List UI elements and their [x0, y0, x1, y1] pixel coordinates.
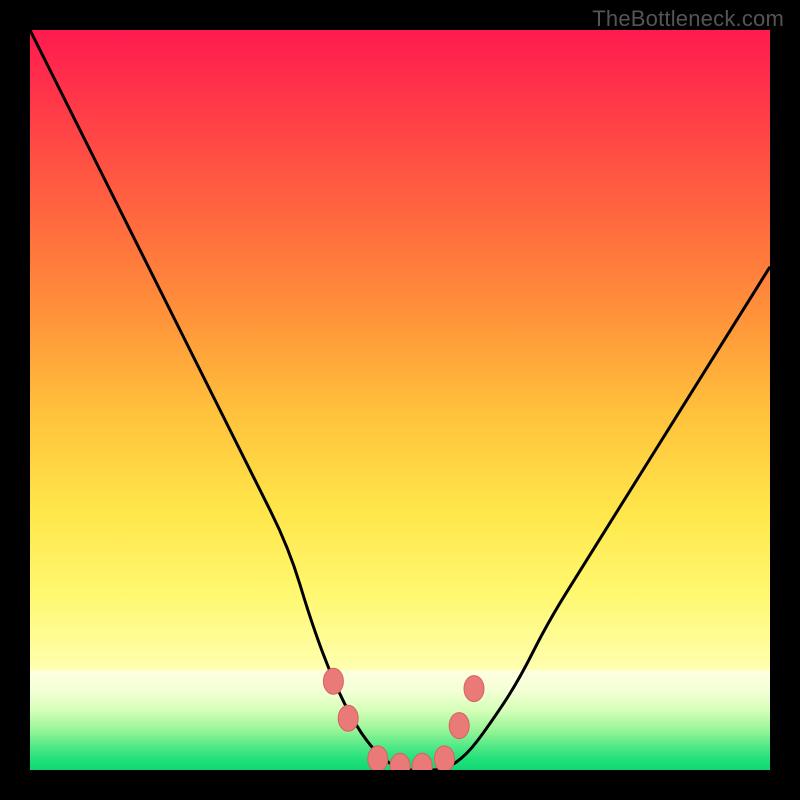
attribution-label: TheBottleneck.com: [592, 6, 784, 32]
plot-area: [30, 30, 770, 770]
gradient-bottom: [30, 670, 770, 770]
chart-frame: TheBottleneck.com: [0, 0, 800, 800]
gradient-top: [30, 30, 770, 670]
